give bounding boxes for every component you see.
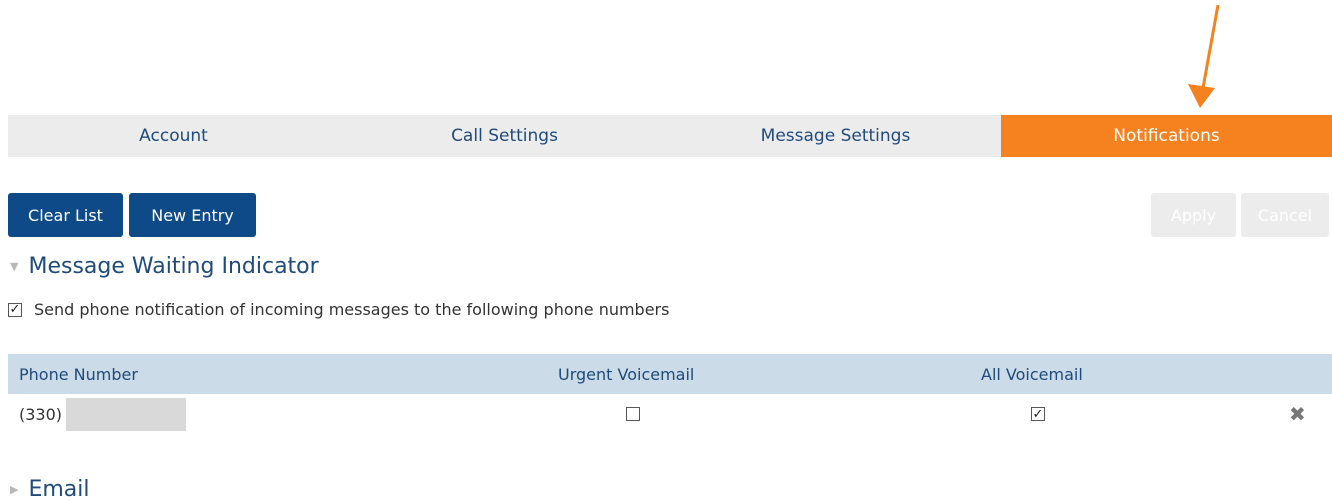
new-entry-button[interactable]: New Entry <box>129 193 256 237</box>
all-voicemail-cell: ✓ <box>1031 394 1045 434</box>
cancel-button[interactable]: Cancel <box>1241 193 1329 237</box>
urgent-voicemail-cell <box>626 394 640 434</box>
tab-bar: Account Call Settings Message Settings N… <box>8 115 1332 157</box>
page: Account Call Settings Message Settings N… <box>0 0 1332 502</box>
annotation-arrow-icon <box>1188 4 1220 108</box>
tab-notifications[interactable]: Notifications <box>1001 115 1332 157</box>
send-notification-row: ✓ Send phone notification of incoming me… <box>8 300 669 319</box>
send-notification-checkbox[interactable]: ✓ <box>8 302 22 317</box>
email-section-header[interactable]: ▶ Email <box>10 477 90 502</box>
all-voicemail-checkbox[interactable]: ✓ <box>1031 407 1045 421</box>
tab-call-settings[interactable]: Call Settings <box>339 115 670 157</box>
table-header: Phone Number Urgent Voicemail All Voicem… <box>8 354 1332 394</box>
mwi-section-header[interactable]: ▼ Message Waiting Indicator <box>10 254 319 279</box>
remove-entry-button[interactable]: ✖ <box>1289 394 1306 434</box>
send-notification-label: Send phone notification of incoming mess… <box>34 300 670 319</box>
column-header-all-voicemail: All Voicemail <box>981 364 1083 384</box>
tab-message-settings[interactable]: Message Settings <box>670 115 1001 157</box>
email-section-title: Email <box>28 477 90 502</box>
apply-button[interactable]: Apply <box>1151 193 1236 237</box>
remove-x-icon: ✖ <box>1289 402 1306 426</box>
column-header-urgent-voicemail: Urgent Voicemail <box>558 364 695 384</box>
clear-list-button[interactable]: Clear List <box>8 193 123 237</box>
redacted-block <box>66 397 187 431</box>
table-row: (330) ✓ ✖ <box>8 394 1332 434</box>
phone-number-text: (330) <box>19 404 63 424</box>
column-header-phone-number: Phone Number <box>19 364 138 384</box>
triangle-down-icon: ▼ <box>10 260 19 273</box>
urgent-voicemail-checkbox[interactable] <box>626 407 640 421</box>
triangle-right-icon: ▶ <box>10 483 19 496</box>
mwi-section-title: Message Waiting Indicator <box>28 254 319 279</box>
tab-account[interactable]: Account <box>8 115 339 157</box>
phone-number-cell: (330) <box>19 394 187 434</box>
